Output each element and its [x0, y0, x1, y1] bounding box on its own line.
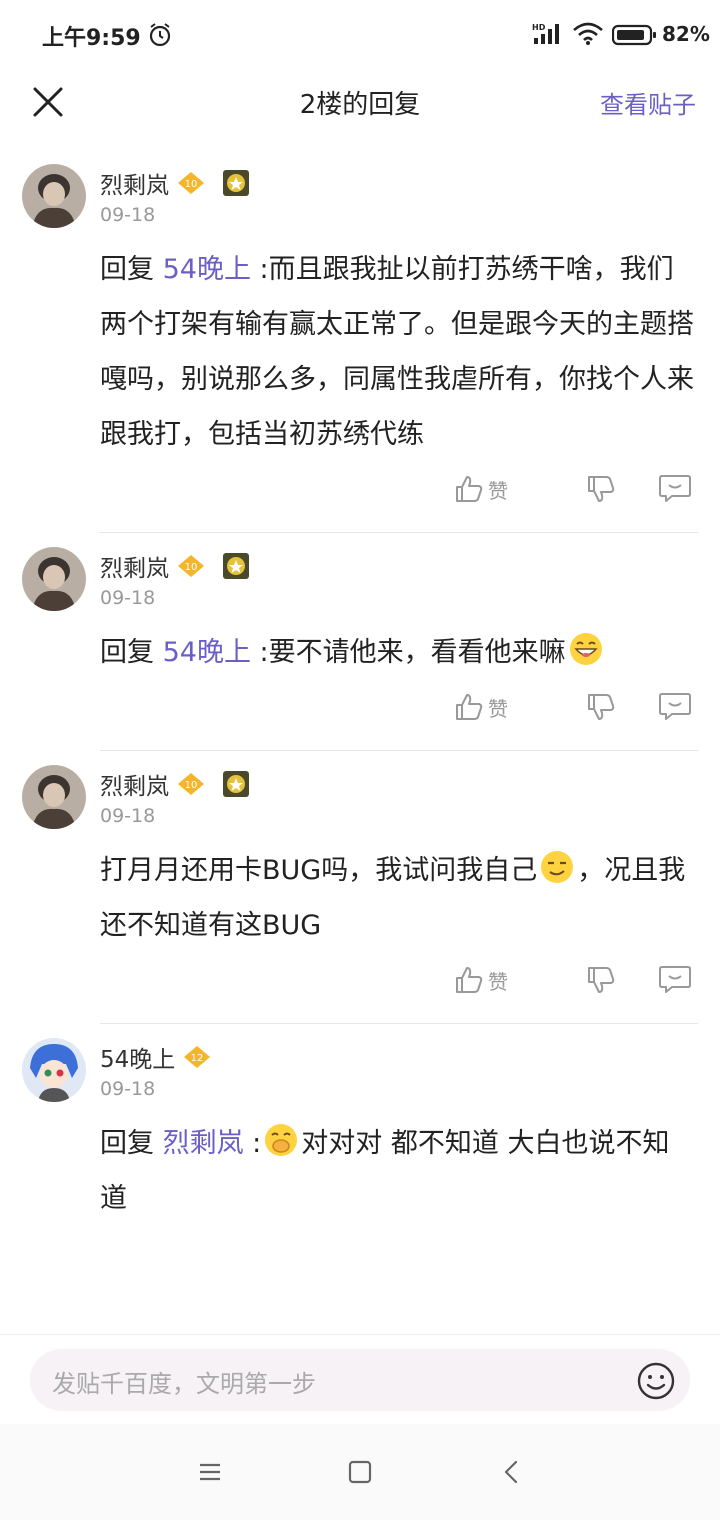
medal-icon [223, 553, 249, 579]
svg-text:12: 12 [191, 1053, 204, 1064]
reply-content: 回复 54晚上 :而且跟我扯以前打苏绣干啥，我们两个打架有输有赢太正常了。但是跟… [100, 242, 720, 462]
reply-text: :要不请他来，看看他来嘛 [250, 637, 566, 668]
smirk-emoji-icon [541, 851, 574, 883]
system-navigation-bar [0, 1424, 720, 1520]
like-button[interactable]: 赞 [454, 965, 508, 995]
thumbs-up-icon [456, 476, 483, 502]
emoji-picker-icon[interactable] [636, 1361, 676, 1401]
reply-prefix: 回复 [100, 254, 163, 285]
post-date: 09-18 [100, 1078, 156, 1100]
username[interactable]: 54晚上 [100, 1040, 175, 1074]
avatar[interactable] [22, 547, 86, 611]
battery-percentage: 82% [662, 22, 710, 46]
like-button[interactable]: 赞 [454, 474, 508, 504]
level-badge-icon: 10 [178, 172, 204, 194]
medal-icon [223, 771, 249, 797]
thumbs-down-icon[interactable] [586, 474, 616, 504]
like-label: 赞 [488, 478, 508, 503]
reply-text: : [243, 1128, 262, 1159]
wifi-icon [573, 22, 603, 45]
post-date: 09-18 [100, 587, 156, 609]
reply-input[interactable]: 发贴千百度，文明第一步 [30, 1349, 690, 1411]
user-row: 烈剩岚 10 [100, 751, 720, 801]
thumbs-up-icon [456, 967, 483, 993]
mention-link[interactable]: 54晚上 [163, 637, 251, 668]
battery-icon [612, 24, 656, 46]
level-badge-icon: 10 [178, 773, 204, 795]
reply-actions: 赞 [100, 680, 720, 750]
avatar[interactable] [22, 765, 86, 829]
svg-text:10: 10 [185, 562, 198, 573]
reply-content: 回复 54晚上 :要不请他来，看看他来嘛 [100, 625, 720, 680]
reply-content: 回复 烈剩岚 : 对对对 都不知道 大白也说不知道 [100, 1116, 720, 1226]
avatar[interactable] [22, 164, 86, 228]
home-icon[interactable] [346, 1458, 374, 1486]
like-button[interactable]: 赞 [454, 692, 508, 722]
comment-icon[interactable] [658, 472, 692, 504]
reply-text: 打月月还用卡BUG吗，我试问我自己 [100, 855, 538, 886]
avatar[interactable] [22, 1038, 86, 1102]
input-placeholder: 发贴千百度，文明第一步 [52, 1370, 316, 1398]
reply-item: 54晚上 12 09-18 回复 烈剩岚 : 对对对 都不知道 大白也说不知道 [0, 1024, 720, 1226]
like-label: 赞 [488, 969, 508, 994]
status-time: 上午9:59 [42, 26, 141, 51]
username[interactable]: 烈剩岚 [100, 549, 169, 583]
reply-list: 烈剩岚 10 09-18 回复 54晚上 :而且跟我扯以前打苏绣干啥，我们两个打… [0, 150, 720, 1226]
reply-actions: 赞 [100, 462, 720, 532]
top-nav-bar: 2楼的回复 查看贴子 [0, 70, 720, 132]
thumbs-up-icon [456, 694, 483, 720]
mention-link[interactable]: 54晚上 [163, 254, 251, 285]
reply-item: 烈剩岚 10 09-18 打月月还用卡BUG吗，我试问我自己 ，况且我还不知道有… [0, 751, 720, 1024]
svg-text:HD: HD [532, 23, 546, 32]
reply-prefix: 回复 [100, 1128, 163, 1159]
reply-prefix: 回复 [100, 637, 163, 668]
alarm-icon [149, 23, 171, 47]
username[interactable]: 烈剩岚 [100, 767, 169, 801]
level-badge-icon: 10 [178, 555, 204, 577]
giggle-emoji-icon [265, 1124, 298, 1156]
svg-text:10: 10 [185, 780, 198, 791]
status-bar: 上午9:59 HD 82% [0, 0, 720, 70]
reply-item: 烈剩岚 10 09-18 回复 54晚上 :而且跟我扯以前打苏绣干啥，我们两个打… [0, 150, 720, 533]
like-label: 赞 [488, 696, 508, 721]
post-date: 09-18 [100, 204, 156, 226]
view-post-link[interactable]: 查看贴子 [600, 85, 696, 120]
back-icon[interactable] [498, 1458, 526, 1486]
svg-text:10: 10 [185, 179, 198, 190]
user-row: 54晚上 12 [100, 1024, 720, 1074]
medal-icon [223, 170, 249, 196]
username[interactable]: 烈剩岚 [100, 166, 169, 200]
post-date: 09-18 [100, 805, 156, 827]
grin-emoji-icon [569, 633, 602, 665]
mention-link[interactable]: 烈剩岚 [163, 1128, 244, 1159]
user-row: 烈剩岚 10 [100, 533, 720, 583]
level-badge-icon: 12 [184, 1046, 211, 1068]
signal-icon: HD [532, 23, 559, 44]
menu-icon[interactable] [196, 1458, 224, 1486]
thumbs-down-icon[interactable] [586, 692, 616, 722]
user-row: 烈剩岚 10 [100, 150, 720, 200]
reply-input-bar: 发贴千百度，文明第一步 [0, 1334, 720, 1424]
comment-icon[interactable] [658, 690, 692, 722]
reply-actions: 赞 [100, 953, 720, 1023]
comment-icon[interactable] [658, 963, 692, 995]
reply-item: 烈剩岚 10 09-18 回复 54晚上 :要不请他来，看看他来嘛 赞 [0, 533, 720, 751]
reply-content: 打月月还用卡BUG吗，我试问我自己 ，况且我还不知道有这BUG [100, 843, 720, 953]
thumbs-down-icon[interactable] [586, 965, 616, 995]
